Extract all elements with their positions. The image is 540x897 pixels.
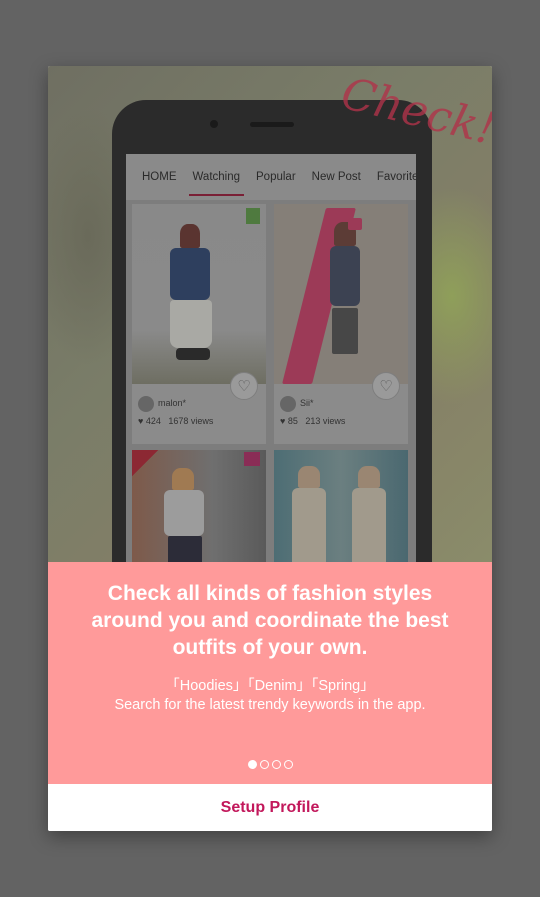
phone-mockup: HOME Watching Popular New Post Favorite xyxy=(112,100,432,562)
intro-headline: Check all kinds of fashion styles around… xyxy=(91,582,449,659)
camera-icon xyxy=(210,120,218,128)
tab-favorite: Favorite xyxy=(376,171,416,183)
onboarding-dialog: HOME Watching Popular New Post Favorite xyxy=(48,66,492,831)
tab-new-post: New Post xyxy=(311,171,361,183)
page-dot xyxy=(283,760,293,769)
post-username: Sii* xyxy=(300,398,314,408)
intro-description: Search for the latest trendy keywords in… xyxy=(114,697,426,713)
view-count: 1678 views xyxy=(168,416,214,426)
like-count-icon: ♥ xyxy=(280,416,288,426)
bookmark-icon xyxy=(246,208,260,224)
heart-icon[interactable]: ♡ xyxy=(230,372,258,400)
tab-popular: Popular xyxy=(256,171,296,183)
speaker-grille xyxy=(250,122,294,127)
post-username: malon* xyxy=(158,398,187,408)
heart-icon[interactable]: ♡ xyxy=(372,372,400,400)
post-photo xyxy=(132,204,266,384)
hero-image: HOME Watching Popular New Post Favorite xyxy=(48,66,492,562)
tab-home: HOME xyxy=(142,171,177,183)
page-dot xyxy=(271,760,281,769)
like-count-icon: ♥ xyxy=(138,416,146,426)
post-card xyxy=(274,450,408,562)
page-dot xyxy=(259,760,269,769)
shop-icon xyxy=(244,452,260,466)
setup-profile-button[interactable]: Setup Profile xyxy=(48,784,492,831)
post-card xyxy=(132,450,266,562)
page-indicator xyxy=(48,760,492,769)
post-card: ♡ Sii* ♥ 85 213 views xyxy=(274,204,408,444)
page-dot-active xyxy=(247,760,257,769)
post-meta: Sii* ♥ 85 213 views xyxy=(280,394,345,430)
intro-banner: Check all kinds of fashion styles around… xyxy=(48,562,492,784)
view-count: 213 views xyxy=(305,416,346,426)
sale-ribbon xyxy=(132,450,158,476)
post-card: ♡ malon* ♥ 424 1678 views xyxy=(132,204,266,444)
post-meta: malon* ♥ 424 1678 views xyxy=(138,394,213,430)
app-tab-bar: HOME Watching Popular New Post Favorite xyxy=(126,154,416,200)
like-count: 424 xyxy=(145,416,161,426)
keyword-examples: 「Hoodies」「Denim」「Spring」 xyxy=(165,678,375,694)
tab-watching: Watching xyxy=(185,154,249,200)
like-count: 85 xyxy=(287,416,298,426)
avatar xyxy=(138,395,154,412)
phone-screen: HOME Watching Popular New Post Favorite xyxy=(126,154,416,562)
post-photo xyxy=(274,204,408,384)
post-photo xyxy=(274,450,408,562)
avatar xyxy=(280,395,296,412)
